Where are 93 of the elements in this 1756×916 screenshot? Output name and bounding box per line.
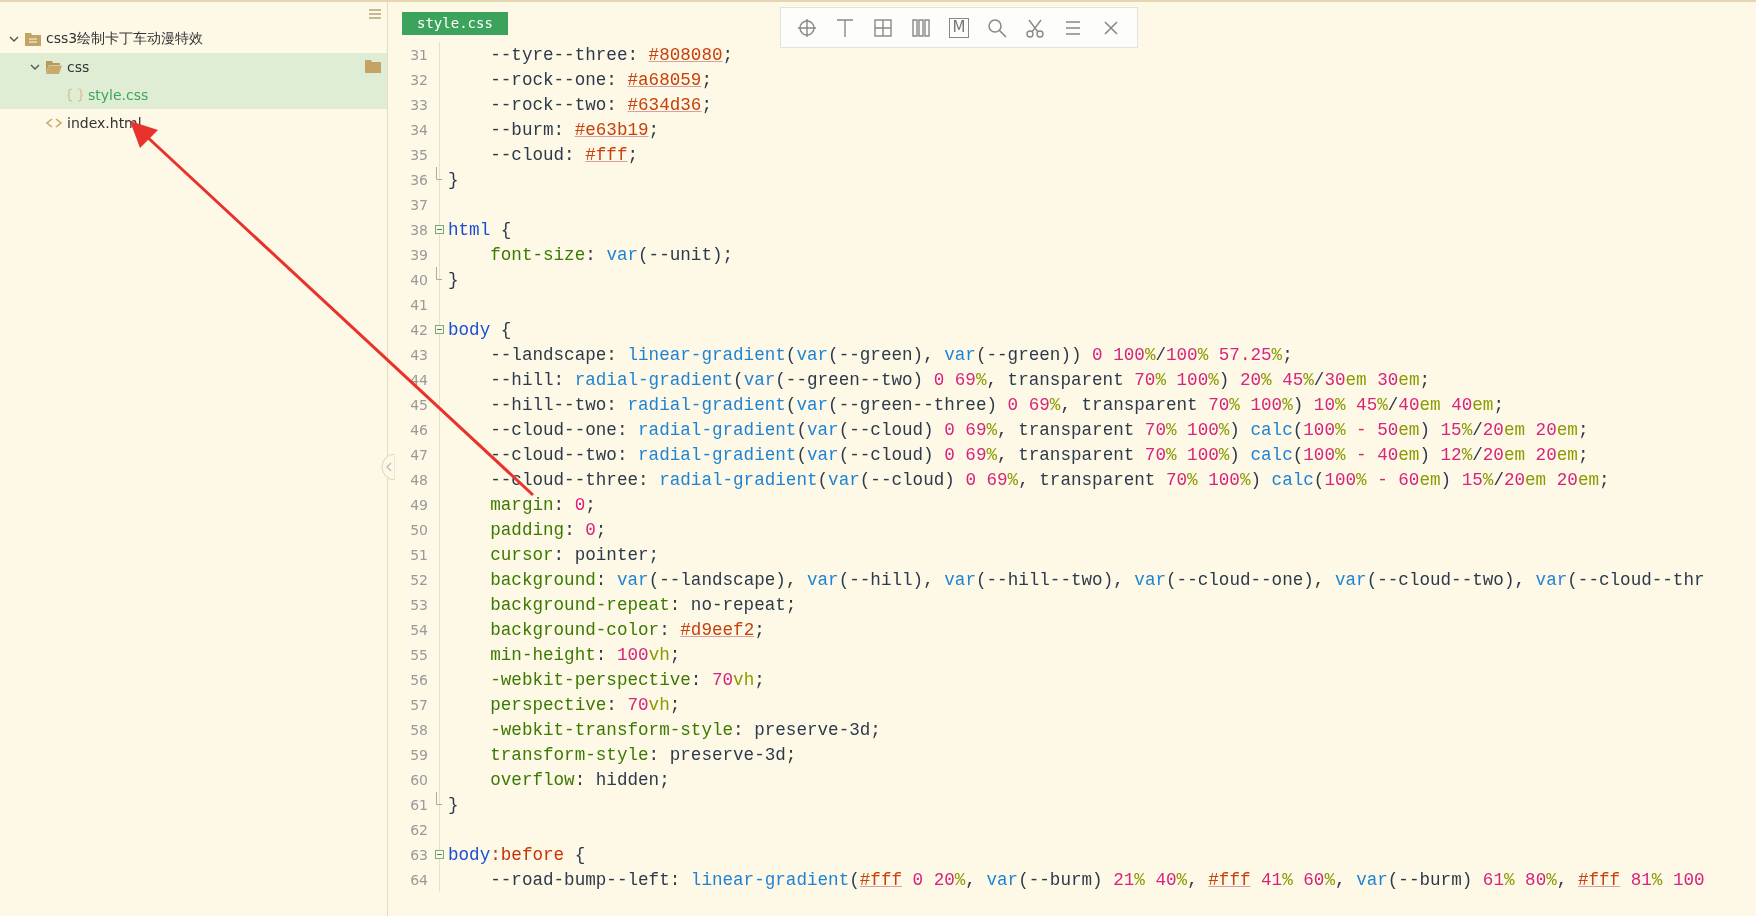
line-number: 42 xyxy=(409,321,428,338)
line-number: 35 xyxy=(409,146,428,163)
code-line: padding: 0; xyxy=(489,519,607,540)
line-number: 54 xyxy=(409,621,428,638)
code-line: -webkit-perspective: 70vh; xyxy=(489,669,765,690)
line-number: 36 xyxy=(409,171,428,188)
fold-icon[interactable] xyxy=(434,325,444,334)
braces-icon xyxy=(67,88,83,102)
line-number: 51 xyxy=(409,546,428,563)
code-line: --landscape: linear-gradient(var(--green), var(--green)) 0 100%/100% 57.25%; xyxy=(489,344,1293,365)
code-line: --rock--two: #634d36; xyxy=(489,94,712,115)
code-line: --rock--one: #a68059; xyxy=(489,69,712,90)
line-number: 37 xyxy=(409,196,428,213)
code-line: perspective: 70vh; xyxy=(489,694,681,715)
grid-icon[interactable] xyxy=(873,17,893,38)
line-number: 32 xyxy=(409,71,428,88)
code-line: --road-bump--left: linear-gradient(#fff 0 20%, var(--burm) 21% 40%, #fff 41% 60%, var(--burm) 61% 80%, #fff 81% 100 xyxy=(489,869,1705,890)
code-line: html { xyxy=(448,219,512,240)
line-number: 48 xyxy=(409,471,428,488)
line-number: 41 xyxy=(409,296,428,313)
file-name: index.html xyxy=(67,115,142,131)
line-number: 43 xyxy=(409,346,428,363)
tree-item[interactable]: css xyxy=(0,53,387,81)
code-line: transform-style: preserve-3d; xyxy=(489,744,797,765)
line-number: 45 xyxy=(409,396,428,413)
code-line: body { xyxy=(448,319,512,340)
code-line: -webkit-transform-style: preserve-3d; xyxy=(489,719,881,740)
code-line: --burm: #e63b19; xyxy=(489,119,660,140)
line-number: 47 xyxy=(409,446,428,463)
code-line: --cloud--two: radial-gradient(var(--cloud) 0 69%, transparent 70% 100%) calc(100% - 40em) 12%/20em 20em; xyxy=(489,444,1589,465)
fold-icon[interactable] xyxy=(434,850,444,859)
line-number: 31 xyxy=(409,46,428,63)
code-line: margin: 0; xyxy=(489,494,596,515)
fold-end-mark xyxy=(436,267,442,280)
code-line: --cloud--one: radial-gradient(var(--cloud) 0 69%, transparent 70% 100%) calc(100% - 50em) 15%/20em 20em; xyxy=(489,419,1589,440)
code-line: } xyxy=(448,794,459,815)
code-line: min-height: 100vh; xyxy=(489,644,681,665)
search-icon[interactable] xyxy=(987,17,1007,38)
line-number: 62 xyxy=(409,821,428,838)
text-cursor-icon[interactable] xyxy=(835,17,855,38)
line-number: 52 xyxy=(409,571,428,588)
code-line: overflow: hidden; xyxy=(489,769,670,790)
line-number: 49 xyxy=(409,496,428,513)
folder-icon[interactable] xyxy=(365,60,381,73)
line-number: 61 xyxy=(409,796,428,813)
code-line: background: var(--landscape), var(--hill), var(--hill--two), var(--cloud--one), var(--cloud--two), var(--cloud--thr xyxy=(489,569,1705,590)
scissors-icon[interactable] xyxy=(1025,17,1045,38)
line-number: 33 xyxy=(409,96,428,113)
fold-end-mark xyxy=(436,167,442,180)
line-number: 34 xyxy=(409,121,428,138)
code-line: background-color: #d9eef2; xyxy=(489,619,765,640)
code-line: } xyxy=(448,169,459,190)
letter-button[interactable]: M xyxy=(943,11,975,44)
line-number: 46 xyxy=(409,421,428,438)
code-icon xyxy=(46,116,62,130)
line-number: 50 xyxy=(409,521,428,538)
menu-icon[interactable] xyxy=(369,8,381,19)
code-line: font-size: var(--unit); xyxy=(489,244,734,265)
line-number: 53 xyxy=(409,596,428,613)
code-line: --cloud: #fff; xyxy=(489,144,639,165)
crosshair-icon[interactable] xyxy=(797,17,817,38)
code-line: --tyre--three: #808080; xyxy=(489,44,734,65)
line-number: 57 xyxy=(409,696,428,713)
line-number: 56 xyxy=(409,671,428,688)
line-number: 60 xyxy=(409,771,428,788)
code-line: } xyxy=(448,269,459,290)
line-number: 64 xyxy=(409,871,428,888)
fold-icon[interactable] xyxy=(434,225,444,234)
line-number: 63 xyxy=(409,846,428,863)
file-name: style.css xyxy=(88,87,149,103)
file-name: css xyxy=(67,59,90,75)
line-number: 39 xyxy=(409,246,428,263)
line-number: 55 xyxy=(409,646,428,663)
collapse-handle[interactable] xyxy=(381,454,395,480)
line-number: 59 xyxy=(409,746,428,763)
code-line: --hill--two: radial-gradient(var(--green--three) 0 69%, transparent 70% 100%) 10% 45%/40em 40em; xyxy=(489,394,1504,415)
folder-icon xyxy=(25,32,41,46)
file-name: css3绘制卡丁车动漫特效 xyxy=(46,30,204,48)
line-number: 40 xyxy=(409,271,428,288)
code-line: body:before { xyxy=(448,844,586,865)
tree-item[interactable]: index.html xyxy=(0,109,387,137)
line-number: 38 xyxy=(409,221,428,238)
chevron-icon[interactable] xyxy=(30,63,40,71)
open-folder-icon xyxy=(46,60,62,74)
line-number: 58 xyxy=(409,721,428,738)
code-line: background-repeat: no-repeat; xyxy=(489,594,797,615)
chevron-icon[interactable] xyxy=(9,35,19,43)
code-line: cursor: pointer; xyxy=(489,544,660,565)
code-line: --hill: radial-gradient(var(--green--two) 0 69%, transparent 70% 100%) 20% 45%/30em 30em; xyxy=(489,369,1431,390)
columns-icon[interactable] xyxy=(911,17,931,38)
line-number: 44 xyxy=(409,371,428,388)
tree-item[interactable]: css3绘制卡丁车动漫特效 xyxy=(0,25,387,53)
fold-end-mark xyxy=(436,792,442,805)
